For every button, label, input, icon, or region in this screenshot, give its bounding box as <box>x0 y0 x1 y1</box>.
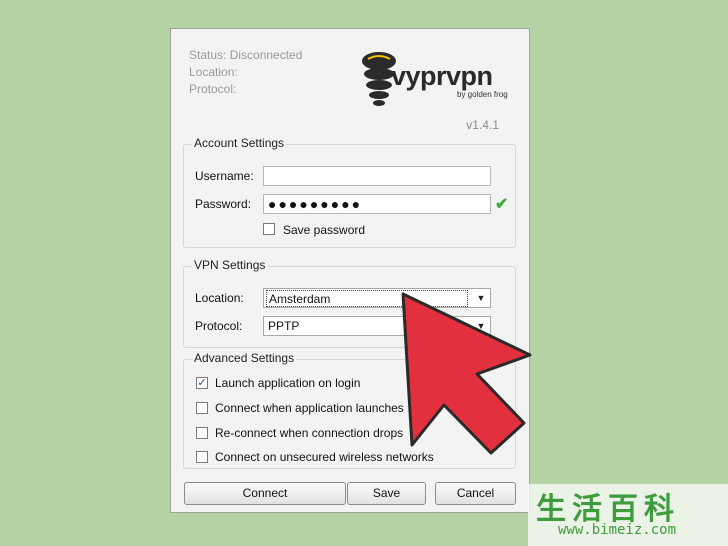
launch-on-login-label: Launch application on login <box>215 376 361 390</box>
location-status-text: Location: <box>189 65 238 79</box>
protocol-status-text: Protocol: <box>189 82 237 96</box>
username-label: Username: <box>195 169 254 183</box>
advanced-settings-title: Advanced Settings <box>192 351 297 365</box>
dropdown-arrow-icon[interactable]: ▼ <box>472 317 490 335</box>
unsecured-wifi-label: Connect on unsecured wireless networks <box>215 450 434 464</box>
brand-name: vyprvpn <box>391 61 493 91</box>
connection-status: Status: Disconnected Location: Protocol: <box>189 47 302 98</box>
brand-tagline: by golden frog <box>457 90 508 99</box>
password-input[interactable]: ●●●●●●●●● <box>263 194 491 214</box>
vpn-settings-title: VPN Settings <box>192 258 268 272</box>
password-label: Password: <box>195 197 252 211</box>
reconnect-checkbox[interactable] <box>196 427 208 439</box>
username-input[interactable] <box>263 166 491 186</box>
location-select[interactable]: Amsterdam ▼ <box>263 288 491 308</box>
dropdown-arrow-icon[interactable]: ▼ <box>472 289 490 307</box>
location-label: Location: <box>195 291 244 305</box>
save-password-checkbox[interactable] <box>263 223 275 235</box>
vpn-settings-group: VPN Settings Location: Amsterdam ▼ Proto… <box>183 258 516 348</box>
advanced-settings-group: Advanced Settings ✓ Launch application o… <box>183 351 516 469</box>
watermark-url: www.bimeiz.com <box>558 522 677 538</box>
reconnect-label: Re-connect when connection drops <box>215 426 404 440</box>
connect-on-launch-label: Connect when application launches <box>215 401 404 415</box>
protocol-select[interactable]: PPTP ▼ <box>263 316 491 336</box>
protocol-label: Protocol: <box>195 319 243 333</box>
save-button[interactable]: Save <box>347 482 426 505</box>
location-select-value: Amsterdam <box>266 290 468 307</box>
account-settings-title: Account Settings <box>192 136 287 150</box>
account-settings-group: Account Settings Username: Password: ●●●… <box>183 136 516 248</box>
watermark: 生活百科 www.bimeiz.com <box>528 484 728 546</box>
cancel-button[interactable]: Cancel <box>435 482 516 505</box>
save-password-label: Save password <box>283 223 366 237</box>
protocol-select-value: PPTP <box>268 319 300 333</box>
checkmark-icon: ✔ <box>495 196 509 213</box>
launch-on-login-checkbox[interactable]: ✓ <box>196 377 208 389</box>
connect-button[interactable]: Connect <box>184 482 346 505</box>
unsecured-wifi-checkbox[interactable] <box>196 451 208 463</box>
connect-on-launch-checkbox[interactable] <box>196 402 208 414</box>
vyprvpn-window: Status: Disconnected Location: Protocol:… <box>170 28 530 513</box>
version-label: v1.4.1 <box>466 118 499 132</box>
status-text: Status: Disconnected <box>189 48 303 62</box>
